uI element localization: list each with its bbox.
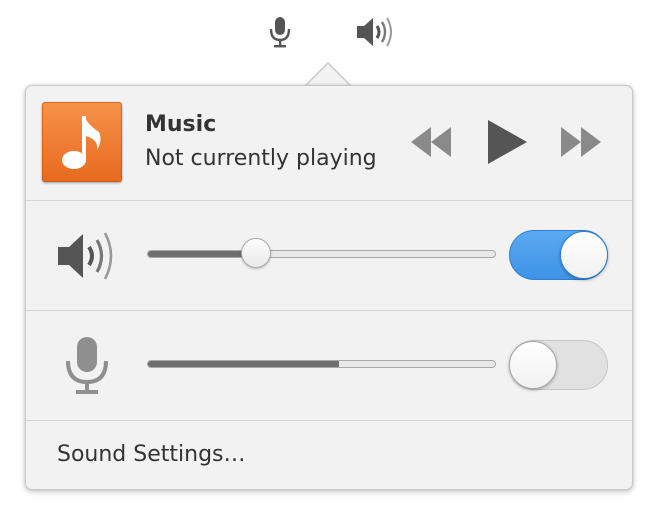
output-volume-slider[interactable] <box>147 238 496 268</box>
album-art[interactable] <box>42 102 122 182</box>
speaker-volume-icon <box>357 17 392 47</box>
input-toggle-knob <box>509 341 557 389</box>
previous-button[interactable] <box>406 122 456 162</box>
input-volume-section <box>26 310 632 420</box>
player-title: Music <box>145 112 217 137</box>
music-player-section: Music Not currently playing <box>26 86 632 200</box>
sound-popover: Music Not currently playing Sound Settin… <box>25 85 633 490</box>
output-volume-fill <box>148 251 256 257</box>
output-volume-thumb[interactable] <box>240 238 271 268</box>
next-button[interactable] <box>556 122 606 162</box>
microphone-icon <box>269 17 291 48</box>
output-volume-section <box>26 200 632 310</box>
microphone-indicator[interactable] <box>258 10 302 54</box>
sound-indicator-screen: Music Not currently playing Sound Settin… <box>0 0 658 516</box>
playback-status: Not currently playing <box>145 146 377 171</box>
speaker-volume-icon <box>58 232 113 280</box>
play-icon <box>488 120 527 164</box>
input-level-fill <box>148 361 339 367</box>
volume-indicator[interactable] <box>354 10 398 54</box>
skip-forward-icon <box>561 127 601 157</box>
output-toggle-switch[interactable] <box>509 230 608 280</box>
output-toggle-knob <box>560 231 608 279</box>
settings-section: Sound Settings… <box>26 420 632 490</box>
skip-backward-icon <box>411 127 451 157</box>
output-icon-wrap <box>52 221 122 291</box>
microphone-icon <box>66 337 108 394</box>
sound-settings-link[interactable]: Sound Settings… <box>57 442 246 467</box>
input-toggle-switch[interactable] <box>509 340 608 390</box>
input-level-meter <box>147 360 496 368</box>
play-button[interactable] <box>482 116 532 168</box>
music-note-icon <box>62 116 101 169</box>
input-icon-wrap <box>52 331 122 401</box>
